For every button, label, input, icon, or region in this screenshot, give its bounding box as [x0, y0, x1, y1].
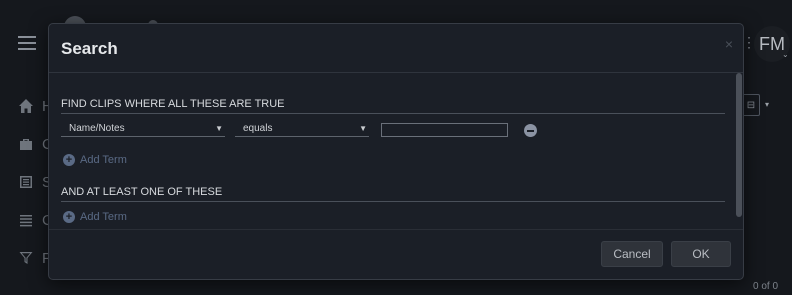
dialog-header: Search ×: [49, 24, 743, 73]
result-count: 0 of 0: [753, 281, 779, 292]
field-select[interactable]: Name/Notes ▼: [61, 123, 225, 137]
chevron-down-icon[interactable]: ▾: [765, 100, 769, 109]
operator-select-value: equals: [243, 123, 273, 134]
dialog-title: Search: [61, 39, 118, 58]
remove-term-button[interactable]: [524, 124, 537, 137]
filter-icon: [19, 252, 33, 264]
add-term-button-all[interactable]: + Add Term: [63, 154, 127, 166]
plus-circle-icon: +: [63, 154, 75, 166]
dialog-footer: Cancel OK: [49, 229, 743, 279]
list-alt-icon: [20, 176, 32, 188]
list-icon: [20, 215, 32, 227]
briefcase-icon: [20, 139, 32, 150]
scrollbar-thumb[interactable]: [736, 73, 742, 217]
dialog-body: FIND CLIPS WHERE ALL THESE ARE TRUE Name…: [49, 73, 735, 229]
add-term-button-any[interactable]: + Add Term: [63, 211, 127, 223]
dialog-scrollbar[interactable]: [736, 73, 742, 229]
all-terms-heading: FIND CLIPS WHERE ALL THESE ARE TRUE: [61, 98, 725, 114]
search-dialog: Search × FIND CLIPS WHERE ALL THESE ARE …: [48, 23, 744, 280]
close-icon[interactable]: ×: [725, 36, 733, 52]
add-term-label: Add Term: [80, 211, 127, 223]
menu-icon[interactable]: [18, 36, 36, 50]
ok-button[interactable]: OK: [671, 241, 731, 267]
plus-circle-icon: +: [63, 211, 75, 223]
term-value-input[interactable]: [381, 123, 508, 137]
chevron-down-icon: ▼: [215, 124, 223, 133]
view-toggle-button[interactable]: ⊟: [742, 94, 760, 116]
home-icon: [19, 99, 33, 113]
chevron-down-icon: ⌄: [782, 50, 789, 59]
any-terms-heading: AND AT LEAST ONE OF THESE: [61, 186, 725, 202]
operator-select[interactable]: equals ▼: [235, 123, 369, 137]
chevron-down-icon: ▼: [359, 124, 367, 133]
add-term-label: Add Term: [80, 154, 127, 166]
minus-icon: [527, 129, 534, 132]
cancel-button[interactable]: Cancel: [601, 241, 663, 267]
field-select-value: Name/Notes: [69, 123, 125, 134]
